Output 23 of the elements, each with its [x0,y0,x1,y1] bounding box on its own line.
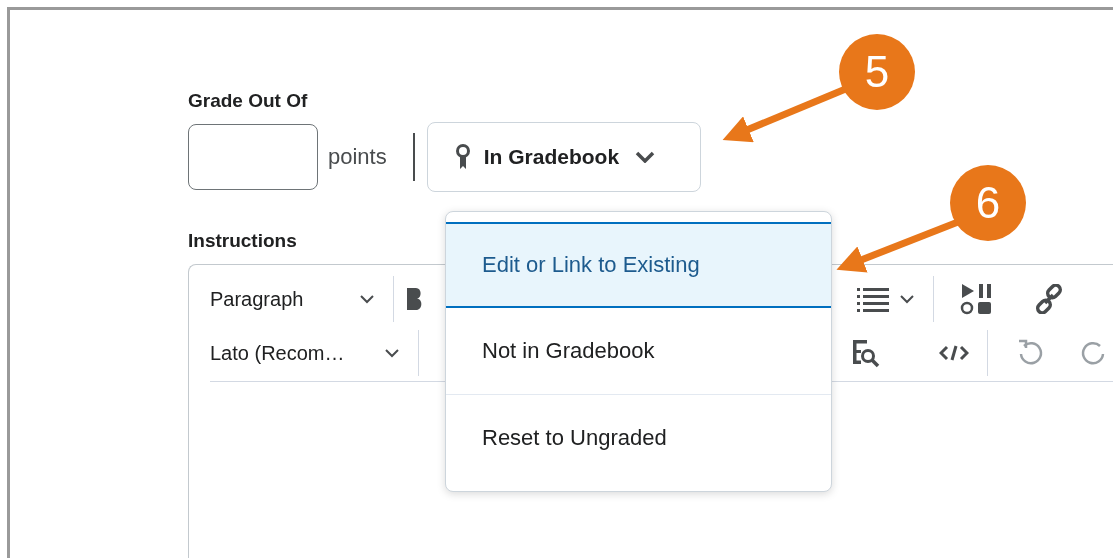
field-label: Instructions [188,230,298,253]
ribbon-icon [455,144,470,170]
field-label: Grade Out Of [188,90,309,113]
step-badge: 5 [839,34,915,110]
font-dropdown[interactable]: Lato (Recom… [210,341,380,365]
list-icon[interactable] [857,286,889,312]
chevron-icon [635,151,656,163]
menu-item[interactable]: Not in Gradebook [446,308,831,394]
chevron-icon [359,294,375,304]
format-dropdown[interactable]: Paragraph [210,287,355,311]
gradebook-button[interactable]: In Gradebook [426,122,701,192]
menu-item[interactable]: Reset to Ungraded [446,395,831,481]
unit-label: points [328,144,387,170]
find-icon[interactable] [851,338,881,368]
code-icon[interactable] [939,345,969,361]
chevron-icon[interactable] [899,294,915,304]
media-icon[interactable] [960,283,992,315]
menu-item[interactable]: Edit or Link to Existing [446,222,831,308]
link-icon[interactable] [1034,284,1064,314]
bold-icon[interactable] [406,287,424,311]
step-badge: 6 [950,165,1026,241]
points-field[interactable] [188,124,318,190]
chevron-icon [384,348,400,358]
